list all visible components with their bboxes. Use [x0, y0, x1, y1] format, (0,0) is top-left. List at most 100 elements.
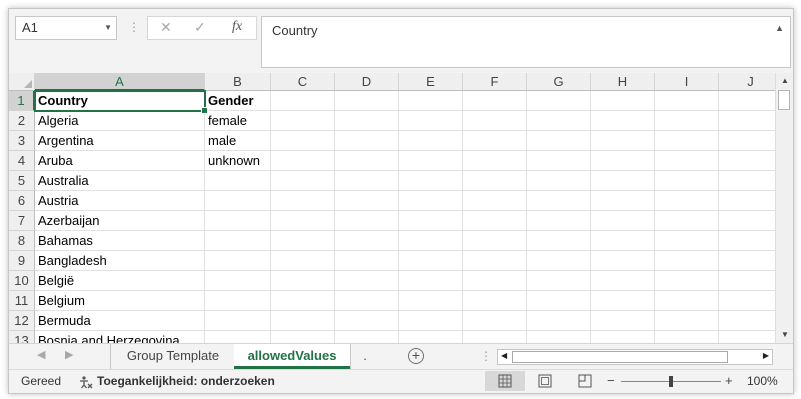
normal-view-button[interactable]	[485, 371, 525, 391]
table-cell[interactable]	[271, 131, 335, 151]
table-cell[interactable]	[655, 271, 719, 291]
table-cell[interactable]	[335, 151, 399, 171]
table-cell[interactable]	[527, 311, 591, 331]
table-cell[interactable]	[463, 291, 527, 311]
table-cell[interactable]	[591, 111, 655, 131]
table-cell[interactable]	[719, 211, 775, 231]
table-cell[interactable]	[591, 131, 655, 151]
next-sheet-icon[interactable]: ▶	[65, 348, 73, 361]
new-sheet-icon[interactable]: +	[408, 348, 424, 364]
scroll-left-icon[interactable]: ◀	[501, 351, 507, 360]
scroll-right-icon[interactable]: ▶	[763, 351, 769, 360]
row-header[interactable]: 9	[9, 251, 35, 271]
horizontal-scrollbar[interactable]: ◀ ▶	[497, 349, 773, 365]
table-cell[interactable]	[527, 151, 591, 171]
row-header[interactable]: 5	[9, 171, 35, 191]
table-cell[interactable]	[205, 331, 271, 343]
row-header[interactable]: 10	[9, 271, 35, 291]
table-cell[interactable]	[205, 251, 271, 271]
table-cell[interactable]	[655, 171, 719, 191]
table-cell[interactable]: Algeria	[35, 111, 205, 131]
zoom-level[interactable]: 100%	[747, 374, 778, 388]
table-cell[interactable]: Gender	[205, 91, 271, 111]
table-cell[interactable]	[719, 191, 775, 211]
table-cell[interactable]	[591, 171, 655, 191]
table-cell[interactable]: Belgium	[35, 291, 205, 311]
table-cell[interactable]	[591, 271, 655, 291]
table-cell[interactable]	[463, 251, 527, 271]
table-cell[interactable]	[655, 211, 719, 231]
table-cell[interactable]	[271, 251, 335, 271]
column-header-i[interactable]: I	[655, 73, 719, 91]
table-cell[interactable]	[463, 151, 527, 171]
table-cell[interactable]	[463, 211, 527, 231]
table-cell[interactable]	[527, 111, 591, 131]
row-header[interactable]: 12	[9, 311, 35, 331]
table-cell[interactable]	[271, 111, 335, 131]
table-cell[interactable]	[399, 251, 463, 271]
table-cell[interactable]	[463, 171, 527, 191]
table-cell[interactable]: Bosnia and Herzegovina	[35, 331, 205, 343]
table-cell[interactable]	[527, 191, 591, 211]
table-cell[interactable]	[399, 91, 463, 111]
table-cell[interactable]: Country	[35, 91, 205, 111]
column-header-a[interactable]: A	[35, 73, 205, 91]
collapse-formula-bar-icon[interactable]: ▲	[775, 23, 784, 33]
table-cell[interactable]	[335, 271, 399, 291]
table-cell[interactable]	[591, 331, 655, 343]
table-cell[interactable]	[719, 251, 775, 271]
table-cell[interactable]	[655, 111, 719, 131]
table-cell[interactable]	[271, 291, 335, 311]
table-cell[interactable]	[655, 311, 719, 331]
formula-input[interactable]: Country ▲	[261, 16, 791, 68]
table-cell[interactable]	[719, 291, 775, 311]
table-cell[interactable]	[719, 331, 775, 343]
table-cell[interactable]	[271, 151, 335, 171]
table-cell[interactable]	[335, 231, 399, 251]
table-cell[interactable]	[527, 211, 591, 231]
scroll-down-icon[interactable]: ▼	[779, 329, 791, 341]
column-header-g[interactable]: G	[527, 73, 591, 91]
table-cell[interactable]	[591, 311, 655, 331]
table-cell[interactable]	[205, 171, 271, 191]
table-cell[interactable]	[399, 211, 463, 231]
table-cell[interactable]	[335, 111, 399, 131]
table-cell[interactable]	[271, 191, 335, 211]
row-header[interactable]: 1	[9, 91, 35, 111]
zoom-out-button[interactable]: −	[607, 373, 615, 388]
table-cell[interactable]	[463, 231, 527, 251]
spreadsheet-grid[interactable]: A B C D E F G H I J 1 Country Gender 2 Algeria female 3 A…	[9, 73, 775, 343]
insert-function-icon[interactable]: fx	[232, 19, 242, 35]
table-cell[interactable]	[271, 331, 335, 343]
table-cell[interactable]	[335, 191, 399, 211]
row-header[interactable]: 8	[9, 231, 35, 251]
table-cell[interactable]	[205, 191, 271, 211]
table-cell[interactable]	[463, 91, 527, 111]
table-cell[interactable]	[335, 291, 399, 311]
column-header-c[interactable]: C	[271, 73, 335, 91]
table-cell[interactable]	[463, 131, 527, 151]
table-cell[interactable]	[719, 231, 775, 251]
table-cell[interactable]	[205, 271, 271, 291]
tab-splitter-icon[interactable]: ⋮	[480, 349, 492, 363]
table-cell[interactable]	[399, 111, 463, 131]
table-cell[interactable]: Bangladesh	[35, 251, 205, 271]
table-cell[interactable]	[271, 231, 335, 251]
row-header[interactable]: 2	[9, 111, 35, 131]
table-cell[interactable]	[335, 171, 399, 191]
table-cell[interactable]: Bermuda	[35, 311, 205, 331]
scroll-up-icon[interactable]: ▲	[779, 75, 791, 87]
zoom-slider-thumb[interactable]	[669, 376, 673, 387]
tab-group-template[interactable]: Group Template	[110, 344, 235, 369]
table-cell[interactable]: Azerbaijan	[35, 211, 205, 231]
row-header[interactable]: 13	[9, 331, 35, 343]
table-cell[interactable]: unknown	[205, 151, 271, 171]
table-cell[interactable]	[399, 311, 463, 331]
table-cell[interactable]	[591, 291, 655, 311]
table-cell[interactable]	[463, 191, 527, 211]
column-header-f[interactable]: F	[463, 73, 527, 91]
table-cell[interactable]: Argentina	[35, 131, 205, 151]
row-header[interactable]: 3	[9, 131, 35, 151]
table-cell[interactable]: Austria	[35, 191, 205, 211]
table-cell[interactable]	[399, 171, 463, 191]
